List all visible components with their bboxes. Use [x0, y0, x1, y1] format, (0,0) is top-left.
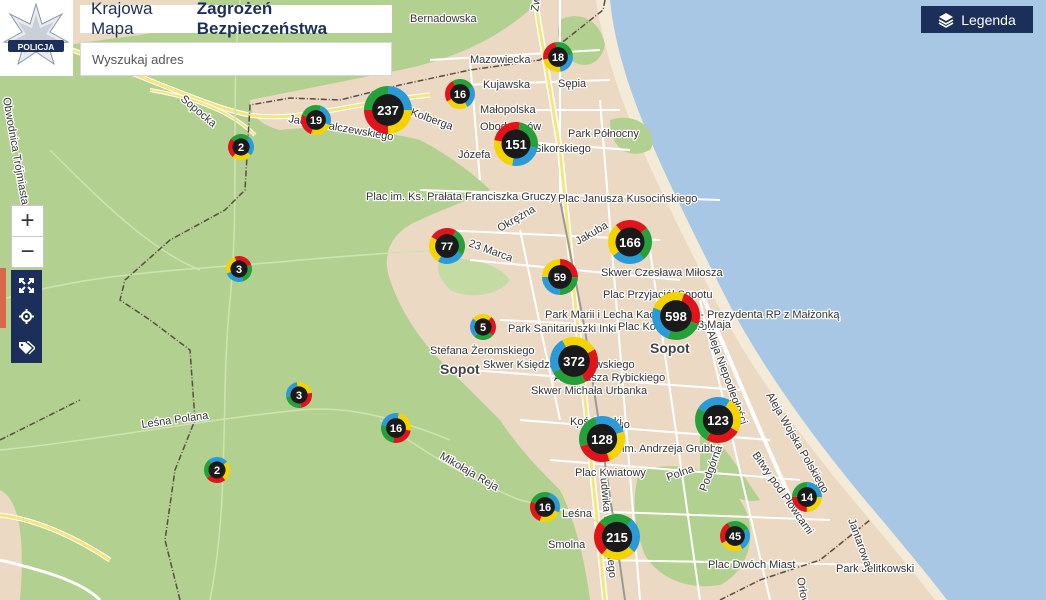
map-label: Plac Janusza Kusocińskiego	[558, 193, 697, 205]
incident-cluster-marker[interactable]: 2	[203, 457, 230, 483]
fullscreen-button[interactable]	[11, 270, 42, 301]
incident-cluster-marker[interactable]: 16	[445, 79, 476, 110]
map-label: Mazowiecka	[470, 54, 531, 66]
incident-cluster-marker[interactable]: 598	[651, 291, 700, 340]
incident-cluster-marker[interactable]: 372	[550, 336, 599, 386]
cluster-count: 2	[238, 142, 244, 154]
map-tools	[11, 270, 42, 363]
legend-button[interactable]: Legenda	[921, 6, 1033, 33]
title-bold: Zagrożeń Bezpieczeństwa	[196, 0, 328, 38]
cluster-count: 59	[554, 272, 566, 284]
legend-label: Legenda	[961, 11, 1016, 28]
incident-cluster-marker[interactable]: 151	[493, 122, 538, 166]
map-canvas[interactable]: BernadowskaMazowieckaZwycięstwaSępiaSopo…	[0, 0, 1046, 600]
map-label: Bernadowska	[410, 13, 478, 25]
map-label: Park Północny	[568, 128, 639, 140]
map-label: Sopot	[650, 340, 690, 356]
police-star-icon: POLICJA	[2, 2, 70, 66]
address-search-input[interactable]	[80, 42, 392, 76]
incident-cluster-marker[interactable]: 45	[720, 521, 750, 551]
cluster-count: 2	[214, 465, 220, 477]
cluster-count: 3	[236, 264, 242, 276]
zoom-in-button[interactable]: +	[12, 206, 43, 236]
incident-cluster-marker[interactable]: 19	[301, 105, 331, 135]
cluster-count: 123	[707, 413, 729, 428]
sidebar-edge	[0, 268, 6, 328]
incident-cluster-marker[interactable]: 237	[364, 86, 412, 134]
map-label: im. Andrzeja Grubby	[622, 443, 722, 455]
incident-cluster-marker[interactable]: 128	[579, 416, 625, 463]
svg-text:POLICJA: POLICJA	[18, 42, 55, 52]
incident-cluster-marker[interactable]: 16	[530, 492, 560, 522]
cluster-count: 16	[454, 89, 466, 101]
incident-cluster-marker[interactable]: 77	[429, 228, 466, 265]
map-label: Skwer Czesława Miłosza	[601, 267, 724, 279]
map-label: Plac Dwóch Miast	[708, 559, 795, 571]
cluster-count: 14	[801, 492, 814, 504]
cluster-count: 598	[665, 309, 687, 324]
incident-cluster-marker[interactable]: 14	[792, 482, 823, 512]
map-label: Plac im. Ks. Prałata Franciszka Gruczy	[366, 191, 557, 203]
cluster-count: 18	[552, 52, 564, 64]
cluster-count: 19	[310, 115, 322, 127]
zoom-control: + −	[11, 205, 44, 268]
fullscreen-icon	[19, 278, 34, 293]
incident-cluster-marker[interactable]: 123	[695, 397, 741, 444]
app-title: Krajowa Mapa Zagrożeń Bezpieczeństwa	[80, 0, 392, 38]
incident-cluster-marker[interactable]: 59	[541, 259, 579, 295]
tags-button[interactable]	[11, 332, 42, 363]
cluster-count: 16	[390, 423, 402, 435]
cluster-count: 16	[539, 502, 551, 514]
incident-cluster-marker[interactable]: 166	[608, 220, 652, 264]
cluster-count: 77	[441, 241, 453, 253]
cluster-count: 45	[729, 531, 741, 543]
map-label: Stefana Żeromskiego	[430, 344, 535, 357]
map-label: Park Sanitariuszki Inki	[508, 323, 616, 335]
map-label: Józefa	[458, 149, 491, 161]
cluster-count: 372	[563, 354, 585, 369]
title-prefix: Krajowa Mapa	[91, 0, 153, 38]
map-label: Małopolska	[480, 104, 537, 116]
map-label: Skwer Michała Urbanka	[531, 385, 648, 397]
zoom-out-button[interactable]: −	[12, 236, 43, 267]
incident-cluster-marker[interactable]: 3	[225, 256, 252, 283]
incident-cluster-marker[interactable]: 3	[285, 382, 312, 409]
map-label: Park Jelitkowski	[836, 563, 914, 575]
incident-cluster-marker[interactable]: 215	[594, 514, 640, 560]
cluster-count: 151	[505, 137, 527, 152]
cluster-count: 215	[606, 530, 628, 545]
map-label: Leśna	[562, 508, 593, 520]
police-logo[interactable]: POLICJA	[0, 0, 73, 76]
locate-icon	[19, 309, 34, 324]
incident-cluster-marker[interactable]: 18	[543, 42, 573, 72]
map-label: Kujawska	[483, 79, 531, 91]
cluster-count: 5	[480, 322, 486, 334]
map-label: Sępia	[558, 78, 587, 90]
cluster-count: 128	[591, 432, 613, 447]
incident-cluster-marker[interactable]: 5	[470, 314, 496, 340]
locate-button[interactable]	[11, 301, 42, 332]
map-label: Smolna	[548, 539, 586, 551]
map-label: Sikorskiego	[534, 143, 591, 155]
cluster-count: 237	[377, 103, 399, 118]
map-label: Plac Przyjaciół Sopotu	[603, 289, 712, 301]
tags-icon	[18, 340, 35, 354]
cluster-count: 3	[296, 390, 302, 402]
map-label: Sopot	[440, 361, 480, 377]
incident-cluster-marker[interactable]: 2	[228, 133, 255, 160]
incident-cluster-marker[interactable]: 16	[381, 412, 411, 443]
layers-icon	[938, 12, 954, 28]
cluster-count: 166	[619, 235, 641, 250]
map-label: Plac Kwiatowy	[575, 467, 646, 479]
